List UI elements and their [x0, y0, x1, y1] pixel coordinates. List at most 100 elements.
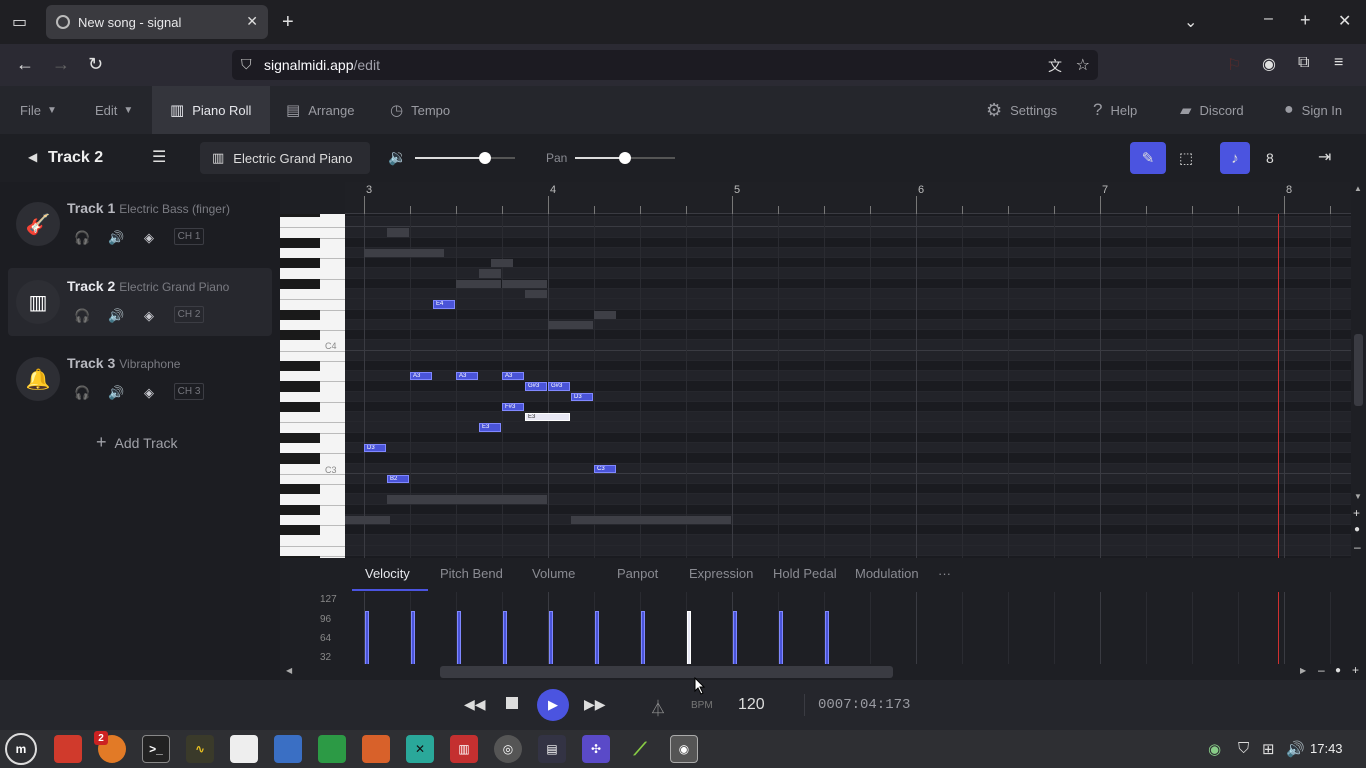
- speaker-icon[interactable]: 🔊: [108, 308, 124, 324]
- velocity-bar[interactable]: [595, 611, 599, 664]
- volume-slider-knob[interactable]: [479, 152, 491, 164]
- note[interactable]: A3: [410, 372, 432, 381]
- note[interactable]: A3: [502, 372, 524, 381]
- velocity-bar[interactable]: [549, 611, 553, 664]
- h-zoom-reset-icon[interactable]: ●: [1335, 665, 1341, 676]
- layers-icon[interactable]: ◈: [144, 230, 154, 246]
- controller-tab[interactable]: Hold Pedal: [773, 566, 837, 581]
- settings-button[interactable]: ⚙ Settings: [986, 86, 1057, 134]
- clock[interactable]: 17:43: [1310, 741, 1343, 756]
- zoom-in-icon[interactable]: +: [1353, 506, 1360, 520]
- tab-arrange[interactable]: ▤ Arrange: [286, 86, 354, 134]
- quantize-value[interactable]: 8: [1266, 150, 1274, 166]
- note[interactable]: C3: [594, 464, 616, 473]
- close-tab-icon[interactable]: ✕: [246, 13, 258, 30]
- black-key[interactable]: [280, 381, 320, 392]
- rewind-icon[interactable]: ◀◀: [464, 696, 486, 713]
- note[interactable]: E3: [525, 413, 570, 422]
- horizontal-scroll-thumb[interactable]: [440, 666, 893, 678]
- horizontal-scrollbar[interactable]: ◀ ▶ – ● +: [280, 663, 1366, 680]
- velocity-bar[interactable]: [457, 611, 461, 664]
- stop-icon[interactable]: [506, 697, 518, 709]
- tab-piano-roll[interactable]: ▥ Piano Roll: [152, 86, 270, 134]
- black-key[interactable]: [280, 555, 320, 558]
- zoom-reset-icon[interactable]: ●: [1354, 524, 1360, 535]
- impress-icon[interactable]: [362, 735, 390, 763]
- sign-in-button[interactable]: ● Sign In: [1284, 86, 1342, 134]
- file-menu[interactable]: File ▼: [20, 86, 57, 134]
- track-item-2[interactable]: ▥ Track 2 Electric Grand Piano 🎧 🔊 ◈ CH 2: [8, 268, 272, 336]
- velocity-bar[interactable]: [411, 611, 415, 664]
- black-key[interactable]: [280, 401, 320, 413]
- quantize-note-button[interactable]: ♪: [1220, 142, 1250, 174]
- velocity-bar[interactable]: [365, 611, 369, 664]
- vertical-scrollbar[interactable]: ▲ ▼ + ● –: [1351, 182, 1366, 558]
- pencil-tool-button[interactable]: ✎: [1130, 142, 1166, 174]
- track-item-3[interactable]: 🔔 Track 3 Vibraphone 🎧 🔊 ◈ CH 3: [8, 345, 272, 413]
- add-track-button[interactable]: + Add Track: [96, 432, 178, 453]
- audio-app-icon[interactable]: ◎: [494, 735, 522, 763]
- reload-icon[interactable]: ↻: [88, 54, 103, 75]
- headphones-icon[interactable]: 🎧: [74, 308, 90, 324]
- note[interactable]: E3: [479, 423, 501, 432]
- zoom-out-icon[interactable]: –: [1354, 540, 1361, 554]
- close-window-icon[interactable]: ✕: [1338, 11, 1351, 31]
- calc-icon[interactable]: [318, 735, 346, 763]
- piano-keyboard[interactable]: C4C3C2: [280, 214, 345, 558]
- minimize-icon[interactable]: –: [1264, 10, 1273, 28]
- note[interactable]: G#3: [525, 382, 547, 391]
- pan-slider-knob[interactable]: [619, 152, 631, 164]
- extension-icon[interactable]: ⚐: [1227, 55, 1241, 75]
- layers-icon[interactable]: ◈: [144, 385, 154, 401]
- url-bar[interactable]: ⛉ signalmidi.app/edit 文 ☆: [232, 50, 1098, 80]
- velocity-lane[interactable]: [345, 592, 1351, 664]
- bookmark-star-icon[interactable]: ☆: [1076, 55, 1090, 75]
- headphones-icon[interactable]: 🎧: [74, 385, 90, 401]
- tray-shield-icon[interactable]: ⛉: [1238, 740, 1249, 757]
- black-key[interactable]: [280, 360, 320, 372]
- channel-badge[interactable]: CH 2: [174, 306, 204, 323]
- timeline-ruler[interactable]: 3 4 5 6 7 8: [345, 182, 1351, 214]
- tray-status-icon[interactable]: ◉: [1208, 740, 1221, 758]
- note-grid[interactable]: D3 B2 A3 E4 A3 E3 A3 F#3 G#3 E3 G#3 D3 C3: [345, 214, 1351, 558]
- tray-volume-icon[interactable]: 🔊: [1286, 740, 1305, 758]
- scroll-down-icon[interactable]: ▼: [1354, 492, 1362, 501]
- maximize-icon[interactable]: +: [1300, 10, 1311, 31]
- black-key[interactable]: [280, 484, 320, 495]
- tab-list-icon[interactable]: ▭: [12, 12, 27, 32]
- channel-badge[interactable]: CH 3: [174, 383, 204, 400]
- fast-forward-icon[interactable]: ▶▶: [584, 696, 606, 713]
- black-key[interactable]: [280, 237, 320, 248]
- chevron-down-icon[interactable]: ⌄: [1184, 12, 1197, 32]
- black-key[interactable]: [280, 309, 320, 320]
- controller-tab[interactable]: Pitch Bend: [440, 566, 503, 581]
- shield-icon[interactable]: ⛉: [241, 56, 252, 73]
- velocity-bar[interactable]: [779, 611, 783, 664]
- back-icon[interactable]: ←: [16, 54, 34, 75]
- headphones-icon[interactable]: 🎧: [74, 230, 90, 246]
- auto-scroll-icon[interactable]: ⇥: [1318, 147, 1331, 167]
- firefox-icon[interactable]: 2: [94, 731, 126, 763]
- velocity-bar[interactable]: [825, 611, 829, 664]
- channel-badge[interactable]: CH 1: [174, 228, 204, 245]
- velocity-bar[interactable]: [687, 611, 691, 664]
- text-editor-icon[interactable]: [230, 735, 258, 763]
- play-button[interactable]: ▶: [537, 689, 569, 721]
- new-tab-icon[interactable]: +: [282, 11, 294, 34]
- edit-menu[interactable]: Edit ▼: [95, 86, 133, 134]
- velocity-bar[interactable]: [503, 611, 507, 664]
- mint-menu-icon[interactable]: m: [5, 733, 37, 765]
- discord-button[interactable]: ▰ Discord: [1180, 86, 1244, 134]
- xed-icon[interactable]: ✕: [406, 735, 434, 763]
- layers-icon[interactable]: ◈: [144, 308, 154, 324]
- volume-slider[interactable]: [415, 150, 515, 166]
- metronome-icon[interactable]: ⏃: [650, 695, 666, 719]
- track-list-icon[interactable]: ☰: [152, 147, 166, 167]
- terminal-icon[interactable]: >_: [142, 735, 170, 763]
- tab-tempo[interactable]: ◷ Tempo: [390, 86, 450, 134]
- black-key[interactable]: [280, 278, 320, 289]
- note[interactable]: E4: [433, 300, 455, 309]
- black-key[interactable]: [280, 453, 320, 464]
- keyboard-app-icon[interactable]: ▥: [450, 735, 478, 763]
- color-picker-icon[interactable]: ⟋: [626, 735, 654, 763]
